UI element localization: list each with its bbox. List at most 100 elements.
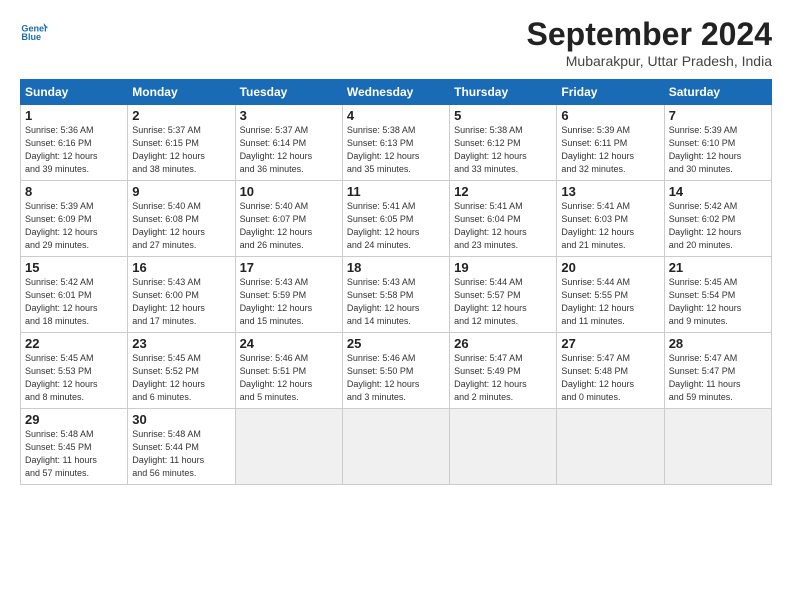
day-info: Sunrise: 5:48 AMSunset: 5:44 PMDaylight:… (132, 428, 230, 480)
day-number: 3 (240, 108, 338, 123)
day-info: Sunrise: 5:42 AMSunset: 6:02 PMDaylight:… (669, 200, 767, 252)
day-info: Sunrise: 5:39 AMSunset: 6:09 PMDaylight:… (25, 200, 123, 252)
calendar-table: SundayMondayTuesdayWednesdayThursdayFrid… (20, 79, 772, 485)
calendar-cell: 17Sunrise: 5:43 AMSunset: 5:59 PMDayligh… (235, 257, 342, 333)
day-number: 4 (347, 108, 445, 123)
col-header-tuesday: Tuesday (235, 80, 342, 105)
day-number: 10 (240, 184, 338, 199)
calendar-cell (235, 409, 342, 485)
day-number: 27 (561, 336, 659, 351)
day-number: 25 (347, 336, 445, 351)
day-info: Sunrise: 5:38 AMSunset: 6:13 PMDaylight:… (347, 124, 445, 176)
day-number: 17 (240, 260, 338, 275)
calendar-cell: 9Sunrise: 5:40 AMSunset: 6:08 PMDaylight… (128, 181, 235, 257)
day-number: 5 (454, 108, 552, 123)
day-number: 8 (25, 184, 123, 199)
calendar-cell: 29Sunrise: 5:48 AMSunset: 5:45 PMDayligh… (21, 409, 128, 485)
col-header-thursday: Thursday (450, 80, 557, 105)
calendar-cell: 27Sunrise: 5:47 AMSunset: 5:48 PMDayligh… (557, 333, 664, 409)
day-number: 7 (669, 108, 767, 123)
calendar-cell: 21Sunrise: 5:45 AMSunset: 5:54 PMDayligh… (664, 257, 771, 333)
day-number: 2 (132, 108, 230, 123)
calendar-cell: 22Sunrise: 5:45 AMSunset: 5:53 PMDayligh… (21, 333, 128, 409)
calendar-cell: 18Sunrise: 5:43 AMSunset: 5:58 PMDayligh… (342, 257, 449, 333)
day-info: Sunrise: 5:41 AMSunset: 6:03 PMDaylight:… (561, 200, 659, 252)
calendar-cell: 14Sunrise: 5:42 AMSunset: 6:02 PMDayligh… (664, 181, 771, 257)
day-info: Sunrise: 5:45 AMSunset: 5:53 PMDaylight:… (25, 352, 123, 404)
day-info: Sunrise: 5:43 AMSunset: 6:00 PMDaylight:… (132, 276, 230, 328)
day-number: 12 (454, 184, 552, 199)
calendar-cell: 13Sunrise: 5:41 AMSunset: 6:03 PMDayligh… (557, 181, 664, 257)
day-info: Sunrise: 5:46 AMSunset: 5:51 PMDaylight:… (240, 352, 338, 404)
day-number: 29 (25, 412, 123, 427)
day-info: Sunrise: 5:45 AMSunset: 5:52 PMDaylight:… (132, 352, 230, 404)
calendar-cell: 4Sunrise: 5:38 AMSunset: 6:13 PMDaylight… (342, 105, 449, 181)
calendar-week-1: 8Sunrise: 5:39 AMSunset: 6:09 PMDaylight… (21, 181, 772, 257)
day-info: Sunrise: 5:47 AMSunset: 5:48 PMDaylight:… (561, 352, 659, 404)
calendar-week-2: 15Sunrise: 5:42 AMSunset: 6:01 PMDayligh… (21, 257, 772, 333)
day-info: Sunrise: 5:39 AMSunset: 6:10 PMDaylight:… (669, 124, 767, 176)
day-info: Sunrise: 5:40 AMSunset: 6:07 PMDaylight:… (240, 200, 338, 252)
calendar-cell: 16Sunrise: 5:43 AMSunset: 6:00 PMDayligh… (128, 257, 235, 333)
calendar-cell (450, 409, 557, 485)
calendar-cell (664, 409, 771, 485)
day-number: 22 (25, 336, 123, 351)
day-info: Sunrise: 5:37 AMSunset: 6:14 PMDaylight:… (240, 124, 338, 176)
title-block: September 2024 Mubarakpur, Uttar Pradesh… (527, 16, 772, 69)
day-info: Sunrise: 5:47 AMSunset: 5:49 PMDaylight:… (454, 352, 552, 404)
calendar-week-4: 29Sunrise: 5:48 AMSunset: 5:45 PMDayligh… (21, 409, 772, 485)
day-number: 20 (561, 260, 659, 275)
day-number: 1 (25, 108, 123, 123)
day-info: Sunrise: 5:48 AMSunset: 5:45 PMDaylight:… (25, 428, 123, 480)
day-number: 19 (454, 260, 552, 275)
day-number: 6 (561, 108, 659, 123)
calendar-cell: 12Sunrise: 5:41 AMSunset: 6:04 PMDayligh… (450, 181, 557, 257)
day-number: 21 (669, 260, 767, 275)
day-info: Sunrise: 5:40 AMSunset: 6:08 PMDaylight:… (132, 200, 230, 252)
calendar-cell: 23Sunrise: 5:45 AMSunset: 5:52 PMDayligh… (128, 333, 235, 409)
logo: General Blue (20, 16, 48, 44)
day-info: Sunrise: 5:42 AMSunset: 6:01 PMDaylight:… (25, 276, 123, 328)
logo-icon: General Blue (20, 16, 48, 44)
day-info: Sunrise: 5:41 AMSunset: 6:04 PMDaylight:… (454, 200, 552, 252)
calendar-cell (557, 409, 664, 485)
day-number: 16 (132, 260, 230, 275)
day-number: 28 (669, 336, 767, 351)
calendar-cell: 6Sunrise: 5:39 AMSunset: 6:11 PMDaylight… (557, 105, 664, 181)
calendar-cell: 15Sunrise: 5:42 AMSunset: 6:01 PMDayligh… (21, 257, 128, 333)
calendar-cell: 26Sunrise: 5:47 AMSunset: 5:49 PMDayligh… (450, 333, 557, 409)
day-info: Sunrise: 5:36 AMSunset: 6:16 PMDaylight:… (25, 124, 123, 176)
day-number: 14 (669, 184, 767, 199)
day-info: Sunrise: 5:38 AMSunset: 6:12 PMDaylight:… (454, 124, 552, 176)
location: Mubarakpur, Uttar Pradesh, India (527, 53, 772, 69)
day-info: Sunrise: 5:44 AMSunset: 5:57 PMDaylight:… (454, 276, 552, 328)
day-number: 18 (347, 260, 445, 275)
day-number: 11 (347, 184, 445, 199)
calendar-cell: 1Sunrise: 5:36 AMSunset: 6:16 PMDaylight… (21, 105, 128, 181)
month-title: September 2024 (527, 16, 772, 53)
day-number: 30 (132, 412, 230, 427)
calendar-cell: 24Sunrise: 5:46 AMSunset: 5:51 PMDayligh… (235, 333, 342, 409)
calendar-cell: 5Sunrise: 5:38 AMSunset: 6:12 PMDaylight… (450, 105, 557, 181)
day-info: Sunrise: 5:39 AMSunset: 6:11 PMDaylight:… (561, 124, 659, 176)
day-info: Sunrise: 5:41 AMSunset: 6:05 PMDaylight:… (347, 200, 445, 252)
day-info: Sunrise: 5:47 AMSunset: 5:47 PMDaylight:… (669, 352, 767, 404)
calendar-cell: 3Sunrise: 5:37 AMSunset: 6:14 PMDaylight… (235, 105, 342, 181)
day-number: 24 (240, 336, 338, 351)
col-header-sunday: Sunday (21, 80, 128, 105)
day-info: Sunrise: 5:43 AMSunset: 5:58 PMDaylight:… (347, 276, 445, 328)
day-info: Sunrise: 5:37 AMSunset: 6:15 PMDaylight:… (132, 124, 230, 176)
calendar-cell (342, 409, 449, 485)
svg-text:Blue: Blue (21, 32, 41, 42)
day-number: 9 (132, 184, 230, 199)
day-number: 13 (561, 184, 659, 199)
calendar-cell: 7Sunrise: 5:39 AMSunset: 6:10 PMDaylight… (664, 105, 771, 181)
col-header-wednesday: Wednesday (342, 80, 449, 105)
col-header-friday: Friday (557, 80, 664, 105)
col-header-saturday: Saturday (664, 80, 771, 105)
calendar-cell: 19Sunrise: 5:44 AMSunset: 5:57 PMDayligh… (450, 257, 557, 333)
page-header: General Blue September 2024 Mubarakpur, … (20, 16, 772, 69)
calendar-cell: 10Sunrise: 5:40 AMSunset: 6:07 PMDayligh… (235, 181, 342, 257)
day-info: Sunrise: 5:43 AMSunset: 5:59 PMDaylight:… (240, 276, 338, 328)
calendar-cell: 11Sunrise: 5:41 AMSunset: 6:05 PMDayligh… (342, 181, 449, 257)
